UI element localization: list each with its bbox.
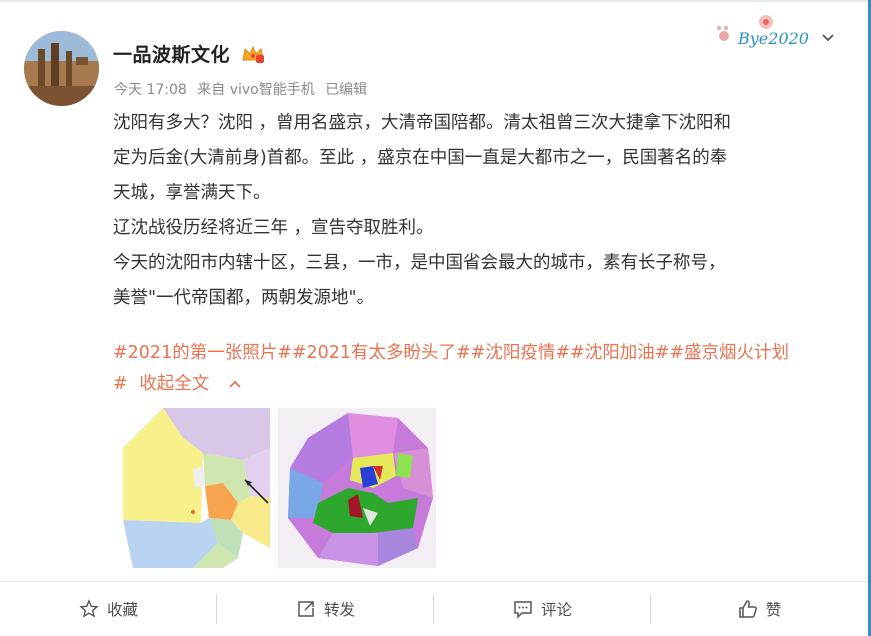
star-icon <box>79 599 99 618</box>
content-line: 今天的沈阳市内辖十区，三县，一市，是中国省会最大的城市，素有长子称号， <box>113 253 726 273</box>
post-time[interactable]: 今天 17:08 <box>114 82 187 98</box>
post-image-map-1[interactable] <box>123 408 270 568</box>
content-line: 美誉"一代帝国都，两朝发源地"。 <box>113 288 375 308</box>
favorite-button[interactable]: 收藏 <box>0 582 217 636</box>
repost-button[interactable]: 转发 <box>217 582 434 636</box>
chevron-down-icon[interactable] <box>820 30 836 50</box>
content-line: 辽沈战役历经将近三年 ，宣告夺取胜利。 <box>113 218 434 238</box>
vip-crown-icon[interactable] <box>241 44 265 68</box>
hashtag-links[interactable]: #2021的第一张照片##2021有太多盼头了##沈阳疫情##沈阳加油##盛京烟… <box>113 336 789 371</box>
avatar-image <box>24 31 99 106</box>
comment-button[interactable]: 评论 <box>434 582 651 636</box>
content-line: 定为后金(大清前身)首都。至此 ，盛京在中国一直是大都市之一，民国著名的奉 <box>113 148 728 168</box>
decoration-text: Bye2020 <box>737 29 809 48</box>
post-meta: 今天 17:08 来自 vivo智能手机 已编辑 <box>114 79 373 99</box>
collapse-label[interactable]: 收起全文 <box>139 374 209 394</box>
comment-label: 评论 <box>540 601 572 619</box>
action-bar: 收藏 转发 评论 赞 <box>0 582 868 636</box>
like-button[interactable]: 赞 <box>651 582 868 636</box>
repost-label: 转发 <box>323 601 355 619</box>
avatar[interactable] <box>24 31 99 106</box>
post-source: 来自 vivo智能手机 <box>197 82 315 98</box>
collapse-toggle[interactable]: # 收起全文 <box>113 370 243 398</box>
post-content: 沈阳有多大？沈阳 ，曾用名盛京，大清帝国陪都。清太祖曾三次大捷拿下沈阳和 定为后… <box>113 106 843 316</box>
edited-label[interactable]: 已编辑 <box>325 82 367 98</box>
repost-icon <box>298 601 314 617</box>
content-line: 沈阳有多大？沈阳 ，曾用名盛京，大清帝国陪都。清太祖曾三次大捷拿下沈阳和 <box>113 113 732 133</box>
like-label: 赞 <box>765 601 782 619</box>
favorite-label: 收藏 <box>106 601 138 619</box>
author-name[interactable]: 一品波斯文化 <box>113 40 230 67</box>
bye2020-decoration: Bye2020 <box>716 14 820 58</box>
post-image-map-2[interactable] <box>278 408 436 568</box>
content-line: 天城，享誉满天下。 <box>113 183 271 203</box>
thumbs-up-icon <box>738 600 757 618</box>
window-top-border <box>0 0 871 2</box>
collapse-chevron-icon <box>229 380 241 388</box>
comment-icon <box>514 601 532 619</box>
tag-hash[interactable]: # <box>113 374 128 394</box>
